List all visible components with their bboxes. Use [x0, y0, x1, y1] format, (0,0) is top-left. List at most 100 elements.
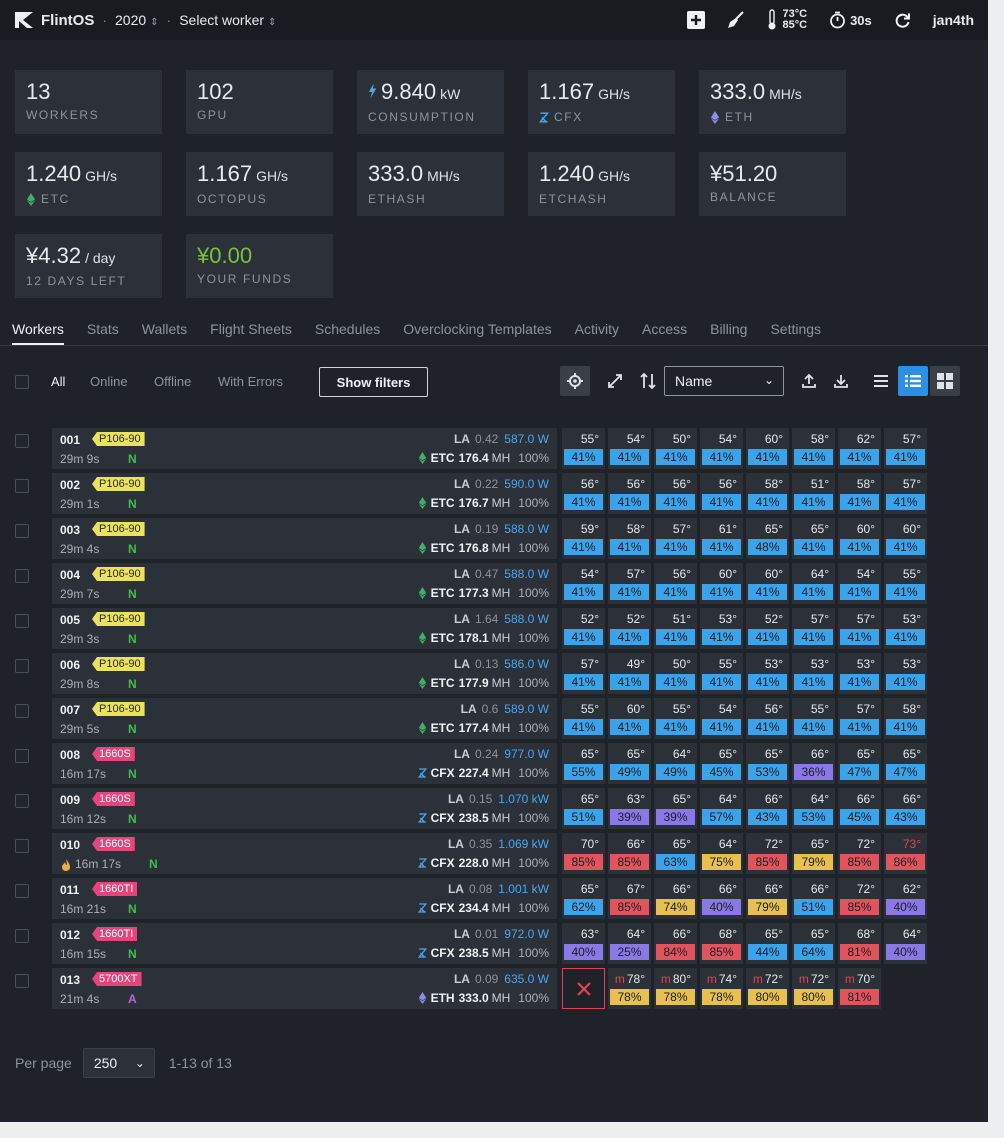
- gpu-cell[interactable]: 54° 41%: [700, 698, 743, 739]
- worker-checkbox[interactable]: [15, 569, 29, 583]
- gpu-cell[interactable]: 61° 41%: [700, 518, 743, 559]
- view-list-button[interactable]: [866, 366, 896, 396]
- gpu-cell[interactable]: 56° 41%: [746, 698, 789, 739]
- worker-checkbox[interactable]: [15, 884, 29, 898]
- worker-row[interactable]: 002 P106-90 29m 1s N LA 0.22 590.0 W ETC 176.7 MH…: [0, 472, 988, 517]
- gpu-error[interactable]: [562, 968, 605, 1009]
- gpu-cell[interactable]: 60° 41%: [700, 563, 743, 604]
- worker-row[interactable]: 012 1660TI 16m 15s N LA 0.01 972.0 W CFX 238.5 MH…: [0, 922, 988, 967]
- worker-checkbox[interactable]: [15, 929, 29, 943]
- sort-direction-button[interactable]: [634, 366, 662, 396]
- gpu-cell[interactable]: 53° 41%: [838, 653, 881, 694]
- worker-row[interactable]: 003 P106-90 29m 4s N LA 0.19 588.0 W ETC 176.8 MH…: [0, 517, 988, 562]
- gpu-cell[interactable]: 65° 53%: [746, 743, 789, 784]
- gpu-cell[interactable]: 64° 25%: [608, 923, 651, 964]
- gpu-cell[interactable]: 57° 41%: [608, 563, 651, 604]
- gpu-cell[interactable]: 58° 41%: [746, 473, 789, 514]
- gpu-cell[interactable]: 66° 79%: [746, 878, 789, 919]
- worker-checkbox[interactable]: [15, 974, 29, 988]
- gpu-cell[interactable]: 57° 41%: [838, 608, 881, 649]
- worker-info[interactable]: 005 P106-90 29m 3s N LA 1.64 588.0 W ETC 178.1 MH…: [52, 608, 557, 649]
- worker-info[interactable]: 008 1660S 16m 17s N LA 0.24 977.0 W CFX 227.4 MH 1…: [52, 743, 557, 784]
- expand-button[interactable]: [600, 366, 630, 396]
- wallet-link-button[interactable]: [560, 366, 590, 396]
- worker-checkbox[interactable]: [15, 794, 29, 808]
- worker-checkbox[interactable]: [15, 839, 29, 853]
- select-all-checkbox[interactable]: [15, 375, 29, 389]
- brand-logo[interactable]: FlintOS: [14, 11, 94, 29]
- gpu-cell[interactable]: 68° 85%: [700, 923, 743, 964]
- gpu-cell[interactable]: 57° 41%: [838, 698, 881, 739]
- gpu-cell[interactable]: 60° 41%: [884, 518, 927, 559]
- gpu-cell[interactable]: 65° 41%: [792, 518, 835, 559]
- gpu-cell[interactable]: 54° 41%: [562, 563, 605, 604]
- tab-schedules[interactable]: Schedules: [315, 316, 380, 345]
- worker-checkbox[interactable]: [15, 749, 29, 763]
- worker-row[interactable]: 010 1660S 16m 17s N LA 0.35 1.069 kW CFX 228.0 MH…: [0, 832, 988, 877]
- tab-billing[interactable]: Billing: [710, 316, 747, 345]
- gpu-cell[interactable]: 66° 84%: [654, 923, 697, 964]
- gpu-cell[interactable]: 56° 41%: [608, 473, 651, 514]
- tab-workers[interactable]: Workers: [12, 316, 64, 345]
- gpu-cell[interactable]: 53° 41%: [746, 653, 789, 694]
- gpu-cell[interactable]: 66° 36%: [792, 743, 835, 784]
- user-menu[interactable]: jan4th: [933, 12, 974, 28]
- gpu-cell[interactable]: 54° 41%: [608, 428, 651, 469]
- worker-info[interactable]: 011 1660TI 16m 21s N LA 0.08 1.001 kW CFX 234.4 M…: [52, 878, 557, 919]
- gpu-cell[interactable]: 65° 47%: [884, 743, 927, 784]
- gpu-cell[interactable]: 70° 85%: [562, 833, 605, 874]
- tab-settings[interactable]: Settings: [770, 316, 821, 345]
- download-button[interactable]: [826, 366, 856, 396]
- gpu-cell[interactable]: 64° 40%: [884, 923, 927, 964]
- gpu-cell[interactable]: 65° 64%: [792, 923, 835, 964]
- gpu-cell[interactable]: 55° 41%: [792, 698, 835, 739]
- tab-overclocking-templates[interactable]: Overclocking Templates: [403, 316, 551, 345]
- gpu-cell[interactable]: 72° 85%: [838, 878, 881, 919]
- gpu-cell[interactable]: 65° 63%: [654, 833, 697, 874]
- gpu-cell[interactable]: 68° 81%: [838, 923, 881, 964]
- worker-checkbox[interactable]: [15, 704, 29, 718]
- gpu-cell[interactable]: 59° 41%: [562, 518, 605, 559]
- gpu-cell[interactable]: 54° 41%: [838, 563, 881, 604]
- gpu-cell[interactable]: 65° 44%: [746, 923, 789, 964]
- gpu-cell[interactable]: 50° 41%: [654, 653, 697, 694]
- gpu-cell[interactable]: 62° 40%: [884, 878, 927, 919]
- gpu-cell[interactable]: 58° 41%: [792, 428, 835, 469]
- gpu-cell[interactable]: 51° 41%: [654, 608, 697, 649]
- gpu-cell[interactable]: m 78° 78%: [608, 968, 651, 1009]
- gpu-cell[interactable]: 55° 41%: [654, 698, 697, 739]
- gpu-cell[interactable]: m 80° 78%: [654, 968, 697, 1009]
- gpu-cell[interactable]: 58° 41%: [884, 698, 927, 739]
- worker-checkbox[interactable]: [15, 524, 29, 538]
- worker-info[interactable]: 002 P106-90 29m 1s N LA 0.22 590.0 W ETC 176.7 MH…: [52, 473, 557, 514]
- worker-row[interactable]: 013 5700XT 21m 4s A LA 0.09 635.0 W ETH 333.0 MH 1…: [0, 967, 988, 1012]
- broom-button[interactable]: [727, 11, 745, 29]
- gpu-cell[interactable]: 65° 47%: [838, 743, 881, 784]
- gpu-cell[interactable]: 57° 41%: [884, 473, 927, 514]
- gpu-cell[interactable]: 56° 41%: [700, 473, 743, 514]
- gpu-cell[interactable]: 66° 74%: [654, 878, 697, 919]
- gpu-cell[interactable]: 60° 41%: [746, 428, 789, 469]
- gpu-cell[interactable]: 60° 41%: [608, 698, 651, 739]
- gpu-cell[interactable]: 64° 49%: [654, 743, 697, 784]
- temperature-limits[interactable]: 73°C 85°C: [767, 9, 807, 31]
- tab-stats[interactable]: Stats: [87, 316, 119, 345]
- worker-row[interactable]: 006 P106-90 29m 8s N LA 0.13 586.0 W ETC 177.9 MH…: [0, 652, 988, 697]
- worker-info[interactable]: 009 1660S 16m 12s N LA 0.15 1.070 kW CFX 238.5 MH…: [52, 788, 557, 829]
- gpu-cell[interactable]: 65° 79%: [792, 833, 835, 874]
- gpu-cell[interactable]: 64° 57%: [700, 788, 743, 829]
- worker-row[interactable]: 009 1660S 16m 12s N LA 0.15 1.070 kW CFX 238.5 MH…: [0, 787, 988, 832]
- view-detailed-list-button[interactable]: [898, 366, 928, 396]
- gpu-cell[interactable]: 55° 41%: [562, 428, 605, 469]
- worker-checkbox[interactable]: [15, 614, 29, 628]
- worker-info[interactable]: 007 P106-90 29m 5s N LA 0.6 589.0 W ETC 177.4 MH 1…: [52, 698, 557, 739]
- worker-row[interactable]: 008 1660S 16m 17s N LA 0.24 977.0 W CFX 227.4 MH 1…: [0, 742, 988, 787]
- filter-online[interactable]: Online: [90, 374, 128, 389]
- gpu-cell[interactable]: 57° 41%: [792, 608, 835, 649]
- gpu-cell[interactable]: 66° 85%: [608, 833, 651, 874]
- show-filters-button[interactable]: Show filters: [319, 367, 428, 397]
- worker-info[interactable]: 006 P106-90 29m 8s N LA 0.13 586.0 W ETC 177.9 MH…: [52, 653, 557, 694]
- tab-wallets[interactable]: Wallets: [142, 316, 187, 345]
- gpu-cell[interactable]: 67° 85%: [608, 878, 651, 919]
- gpu-cell[interactable]: 58° 41%: [838, 473, 881, 514]
